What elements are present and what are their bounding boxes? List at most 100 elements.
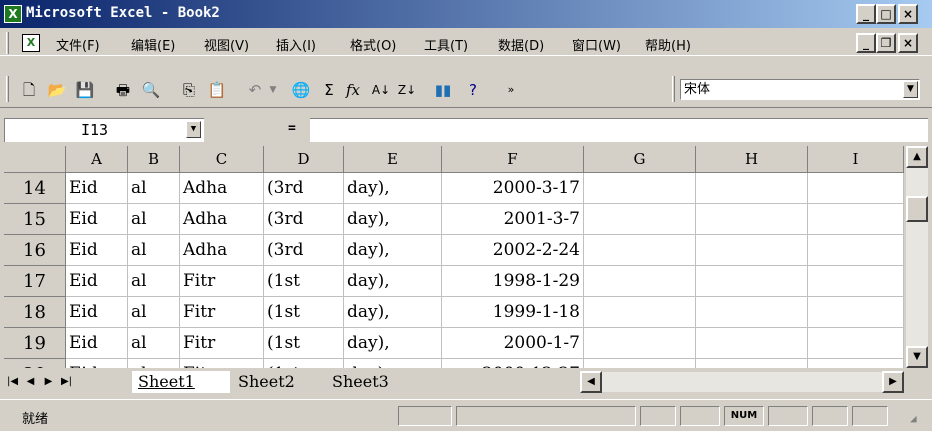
column-header-c[interactable]: C — [180, 146, 264, 173]
doc-close-button[interactable]: × — [898, 33, 918, 53]
function-icon[interactable]: fx — [342, 79, 364, 101]
open-icon[interactable]: 📂 — [46, 79, 68, 101]
resize-grip-icon[interactable]: ◢ — [910, 412, 917, 425]
cell-f15[interactable]: 2001-3-7 — [442, 204, 584, 235]
menu-help[interactable]: 帮助(H) — [645, 35, 691, 54]
cell-h14[interactable] — [696, 173, 808, 204]
cell-g14[interactable] — [584, 173, 696, 204]
maximize-button[interactable]: □ — [876, 4, 896, 24]
row-header-19[interactable]: 19 — [4, 328, 66, 359]
cell-h19[interactable] — [696, 328, 808, 359]
menu-file[interactable]: 文件(F) — [56, 35, 100, 54]
toolbar-options-icon[interactable]: » — [500, 79, 522, 101]
row-header-17[interactable]: 17 — [4, 266, 66, 297]
cell-f19[interactable]: 2000-1-7 — [442, 328, 584, 359]
cell-b16[interactable]: al — [128, 235, 180, 266]
cell-d16[interactable]: (3rd — [264, 235, 344, 266]
cell-d17[interactable]: (1st — [264, 266, 344, 297]
undo-dropdown-icon[interactable]: ▼ — [262, 79, 284, 101]
cell-e19[interactable]: day), — [344, 328, 442, 359]
paste-icon[interactable]: 📋 — [206, 79, 228, 101]
worksheet-grid[interactable]: A B C D E F G H I 14 Eid al Adha (3rd da… — [4, 146, 904, 368]
vertical-scroll-thumb[interactable] — [906, 196, 928, 222]
cell-e17[interactable]: day), — [344, 266, 442, 297]
menu-window[interactable]: 窗口(W) — [572, 35, 621, 54]
row-header-20[interactable]: 20 — [4, 359, 66, 368]
menu-insert[interactable]: 插入(I) — [276, 35, 316, 54]
cell-b19[interactable]: al — [128, 328, 180, 359]
cell-b18[interactable]: al — [128, 297, 180, 328]
cell-b20[interactable]: al — [128, 359, 180, 368]
new-icon[interactable]: 🗋 — [18, 79, 40, 101]
cell-h15[interactable] — [696, 204, 808, 235]
cell-i17[interactable] — [808, 266, 904, 297]
cell-h16[interactable] — [696, 235, 808, 266]
doc-restore-button[interactable]: ❐ — [876, 33, 896, 53]
cell-f20[interactable]: 2000-12-27 — [442, 359, 584, 368]
cell-c19[interactable]: Fitr — [180, 328, 264, 359]
autosum-icon[interactable]: Σ — [318, 79, 340, 101]
cell-c15[interactable]: Adha — [180, 204, 264, 235]
print-preview-icon[interactable]: 🔍 — [140, 79, 162, 101]
sort-descending-icon[interactable]: Z↓ — [396, 79, 418, 101]
cell-g16[interactable] — [584, 235, 696, 266]
cell-d15[interactable]: (3rd — [264, 204, 344, 235]
cell-i19[interactable] — [808, 328, 904, 359]
cell-e14[interactable]: day), — [344, 173, 442, 204]
chevron-down-icon[interactable]: ▼ — [903, 81, 918, 98]
column-header-a[interactable]: A — [66, 146, 128, 173]
cell-c17[interactable]: Fitr — [180, 266, 264, 297]
select-all-corner[interactable] — [4, 146, 66, 173]
cell-h17[interactable] — [696, 266, 808, 297]
cell-c14[interactable]: Adha — [180, 173, 264, 204]
close-button[interactable]: × — [898, 4, 918, 24]
next-sheet-icon[interactable]: ▶ — [40, 372, 57, 392]
menu-format[interactable]: 格式(O) — [350, 35, 396, 54]
cell-g20[interactable] — [584, 359, 696, 368]
scroll-right-icon[interactable]: ▶ — [882, 371, 904, 393]
sort-ascending-icon[interactable]: A↓ — [370, 79, 392, 101]
cell-g15[interactable] — [584, 204, 696, 235]
help-icon[interactable]: ? — [462, 79, 484, 101]
cell-a15[interactable]: Eid — [66, 204, 128, 235]
workbook-icon[interactable]: X — [22, 34, 40, 52]
cell-g19[interactable] — [584, 328, 696, 359]
column-header-h[interactable]: H — [696, 146, 808, 173]
hyperlink-icon[interactable]: 🌐 — [290, 79, 312, 101]
prev-sheet-icon[interactable]: ◀ — [22, 372, 39, 392]
cell-i16[interactable] — [808, 235, 904, 266]
menu-edit[interactable]: 编辑(E) — [131, 35, 175, 54]
cell-c20[interactable]: Fitr — [180, 359, 264, 368]
sheet-tab-2[interactable]: Sheet2 — [232, 371, 324, 393]
cell-a17[interactable]: Eid — [66, 266, 128, 297]
cell-e16[interactable]: day), — [344, 235, 442, 266]
vertical-scrollbar[interactable]: ▲ ▼ — [906, 146, 928, 368]
row-header-14[interactable]: 14 — [4, 173, 66, 204]
cell-f18[interactable]: 1999-1-18 — [442, 297, 584, 328]
cell-d18[interactable]: (1st — [264, 297, 344, 328]
cell-b17[interactable]: al — [128, 266, 180, 297]
cell-b15[interactable]: al — [128, 204, 180, 235]
sheet-tab-3[interactable]: Sheet3 — [326, 371, 418, 393]
cell-a18[interactable]: Eid — [66, 297, 128, 328]
row-header-15[interactable]: 15 — [4, 204, 66, 235]
print-icon[interactable]: 🖶 — [112, 79, 134, 101]
cell-i20[interactable] — [808, 359, 904, 368]
scroll-up-icon[interactable]: ▲ — [906, 146, 928, 168]
cell-d19[interactable]: (1st — [264, 328, 344, 359]
scroll-left-icon[interactable]: ◀ — [580, 371, 602, 393]
format-toolbar-grip[interactable] — [672, 76, 675, 102]
name-box-dropdown-icon[interactable]: ▼ — [186, 121, 201, 138]
cell-c18[interactable]: Fitr — [180, 297, 264, 328]
cell-a19[interactable]: Eid — [66, 328, 128, 359]
column-header-f[interactable]: F — [442, 146, 584, 173]
cell-f17[interactable]: 1998-1-29 — [442, 266, 584, 297]
cell-i18[interactable] — [808, 297, 904, 328]
cell-d14[interactable]: (3rd — [264, 173, 344, 204]
column-header-e[interactable]: E — [344, 146, 442, 173]
formula-input[interactable] — [310, 118, 928, 142]
row-header-16[interactable]: 16 — [4, 235, 66, 266]
excel-icon[interactable]: X — [4, 5, 22, 23]
last-sheet-icon[interactable]: ▶| — [58, 372, 75, 392]
copy-icon[interactable]: ⎘ — [178, 79, 200, 101]
